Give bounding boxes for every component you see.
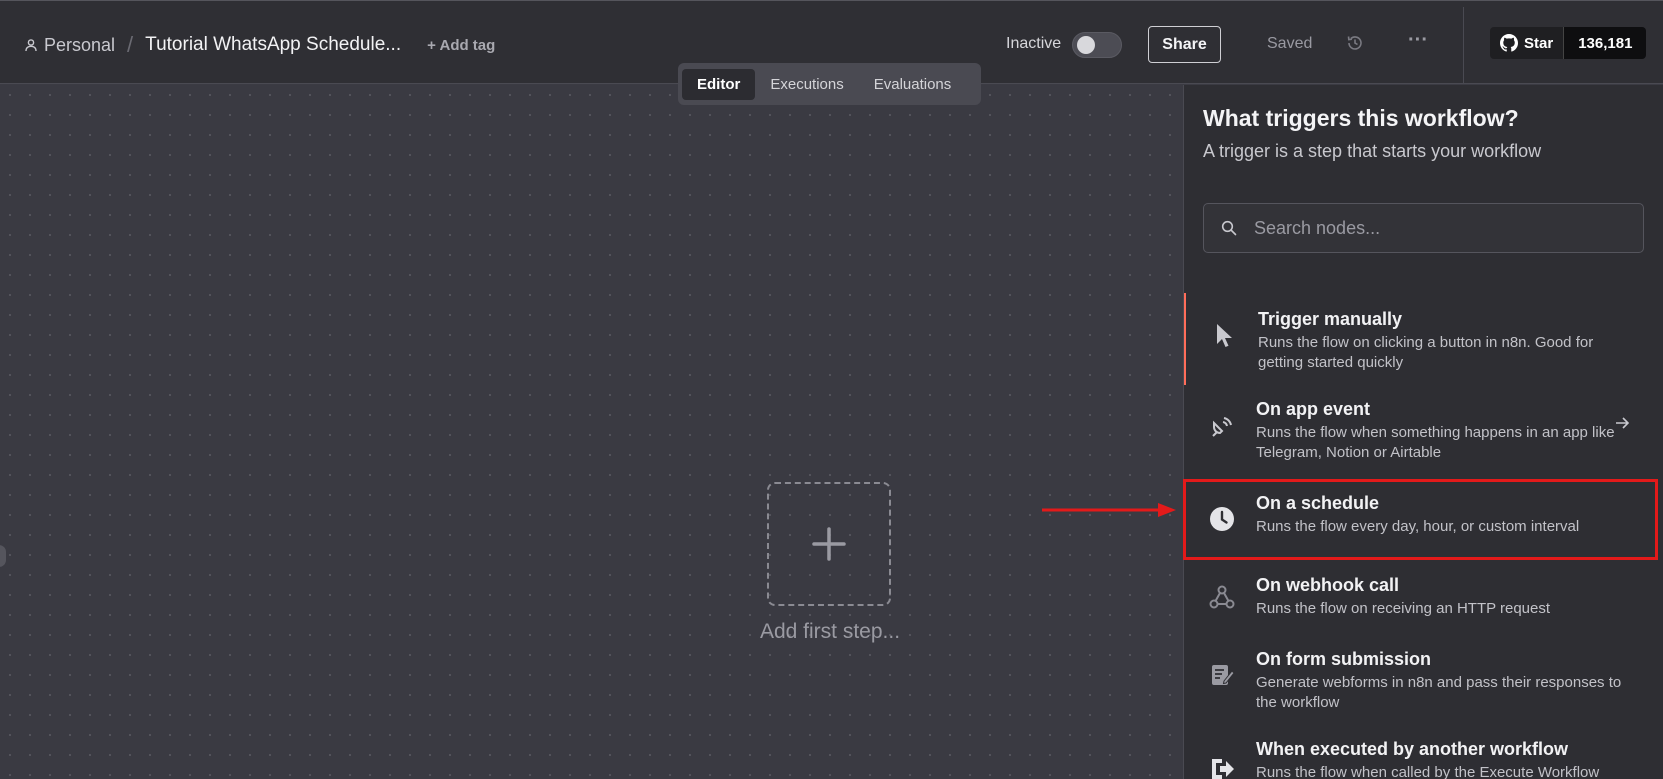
breadcrumb: Personal / Tutorial WhatsApp Schedule...…	[24, 31, 495, 59]
workflow-canvas[interactable]: Add first step...	[0, 85, 1183, 779]
annotation-highlight-box	[1183, 479, 1658, 560]
add-first-step-label: Add first step...	[759, 620, 901, 643]
search-box[interactable]	[1203, 203, 1644, 253]
item-description: Runs the flow on receiving an HTTP reque…	[1256, 600, 1551, 617]
plus-icon	[812, 527, 846, 561]
add-first-step-button[interactable]	[767, 482, 891, 606]
cursor-icon	[1217, 324, 1232, 347]
share-button[interactable]: Share	[1148, 26, 1221, 63]
item-description: Runs the flow when called by the Execute…	[1256, 764, 1600, 779]
tab-editor[interactable]: Editor	[682, 68, 756, 100]
breadcrumb-separator: /	[127, 32, 134, 57]
trigger-item-form[interactable]: On form submission Generate webforms in …	[1184, 633, 1663, 725]
search-input[interactable]	[1254, 217, 1634, 239]
item-title: When executed by another workflow	[1256, 739, 1569, 759]
github-icon	[1500, 34, 1518, 52]
active-status-label: Inactive	[1006, 35, 1062, 52]
item-description: Runs the flow on clicking a button in n8…	[1258, 334, 1594, 371]
tab-executions[interactable]: Executions	[755, 69, 858, 100]
tab-evaluations[interactable]: Evaluations	[859, 69, 967, 100]
trigger-item-manual[interactable]: Trigger manually Runs the flow on clicki…	[1184, 293, 1663, 385]
history-icon[interactable]	[1346, 34, 1364, 52]
trigger-item-app-event[interactable]: On app event Runs the flow when somethin…	[1184, 385, 1663, 477]
person-icon	[25, 39, 37, 52]
item-description: Generate webforms in n8n and pass their …	[1256, 674, 1622, 711]
annotation-arrow-icon	[1042, 503, 1176, 517]
saved-status: Saved	[1267, 35, 1313, 52]
panel-title: What triggers this workflow?	[1203, 105, 1519, 131]
breadcrumb-personal[interactable]: Personal	[44, 35, 115, 56]
add-tag-button[interactable]: + Add tag	[427, 37, 495, 54]
trigger-item-execute-workflow[interactable]: When executed by another workflow Runs t…	[1184, 725, 1663, 779]
toggle-knob	[1077, 36, 1095, 54]
arrow-right-icon	[1616, 417, 1630, 429]
item-title: On app event	[1256, 399, 1371, 419]
search-icon	[1221, 220, 1237, 236]
satellite-icon	[1212, 417, 1232, 437]
item-title: On form submission	[1256, 649, 1432, 669]
canvas-side-handle[interactable]	[0, 545, 6, 567]
trigger-item-webhook[interactable]: On webhook call Runs the flow on receivi…	[1184, 561, 1663, 633]
panel-subtitle: A trigger is a step that starts your wor…	[1203, 141, 1542, 161]
view-tabs: Editor Executions Evaluations	[678, 63, 981, 105]
execute-icon	[1212, 759, 1234, 779]
github-star-button[interactable]: Star 136,181	[1490, 27, 1647, 59]
github-star-count[interactable]: 136,181	[1564, 27, 1647, 59]
item-description: Runs the flow when something happens in …	[1256, 424, 1615, 461]
item-title: On webhook call	[1256, 575, 1400, 595]
item-title: Trigger manually	[1258, 309, 1403, 329]
github-star[interactable]: Star	[1490, 27, 1565, 59]
header-divider	[1463, 7, 1464, 83]
form-icon	[1212, 665, 1235, 685]
active-toggle[interactable]	[1072, 32, 1122, 58]
trigger-panel: What triggers this workflow? A trigger i…	[1183, 85, 1663, 779]
github-star-label: Star	[1524, 34, 1554, 52]
more-options-icon[interactable]: ···	[1408, 29, 1428, 53]
workflow-title[interactable]: Tutorial WhatsApp Schedule...	[145, 34, 401, 56]
webhook-icon	[1209, 585, 1235, 609]
